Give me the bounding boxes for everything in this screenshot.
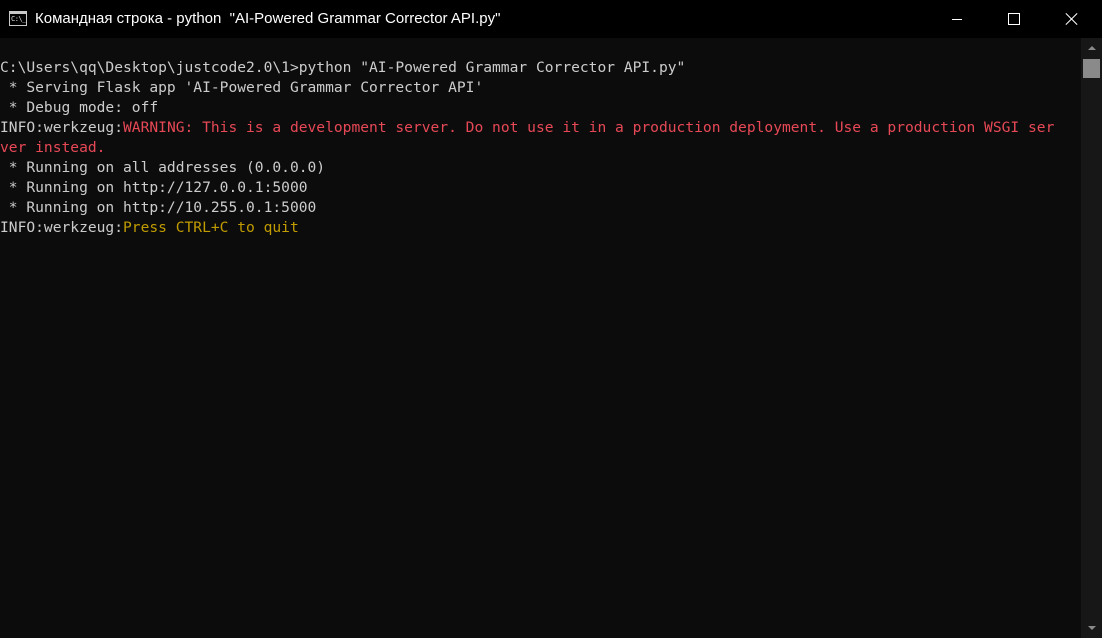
- icon-glyph: C:\_: [11, 15, 26, 23]
- minimize-button[interactable]: [928, 0, 986, 38]
- command-prompt-icon[interactable]: C:\_: [9, 11, 27, 26]
- console-line: * Running on http://10.255.0.1:5000: [0, 198, 1081, 218]
- close-icon: [1066, 13, 1078, 25]
- console-line: INFO:werkzeug:WARNING: This is a develop…: [0, 118, 1081, 138]
- warning-text: WARNING: This is a development server. D…: [123, 119, 1055, 136]
- arrow-down-icon: [1087, 626, 1096, 630]
- line-text: * Running on http://127.0.0.1:5000: [0, 179, 308, 196]
- arrow-up-icon: [1087, 46, 1096, 50]
- console-line: C:\Users\qq\Desktop\justcode2.0\1>python…: [0, 58, 1081, 78]
- maximize-button[interactable]: [985, 0, 1043, 38]
- line-text: * Serving Flask app 'AI-Powered Grammar …: [0, 79, 484, 96]
- title-bar[interactable]: C:\_ Командная строка - python "AI-Power…: [0, 0, 1102, 38]
- window-title: Командная строка - python "AI-Powered Gr…: [35, 10, 501, 27]
- icon-bar: [10, 12, 26, 14]
- console-output[interactable]: C:\Users\qq\Desktop\justcode2.0\1>python…: [0, 38, 1081, 638]
- close-button[interactable]: [1043, 0, 1101, 38]
- line-text: * Running on http://10.255.0.1:5000: [0, 199, 317, 216]
- console-line: * Serving Flask app 'AI-Powered Grammar …: [0, 78, 1081, 98]
- vertical-scrollbar[interactable]: [1081, 38, 1102, 638]
- maximize-icon: [1008, 13, 1020, 25]
- quit-hint-text: Press CTRL+C to quit: [123, 219, 299, 236]
- log-prefix: INFO:werkzeug:: [0, 119, 124, 136]
- scroll-down-button[interactable]: [1081, 618, 1102, 638]
- console-line: * Debug mode: off: [0, 98, 1081, 118]
- line-text: C:\Users\qq\Desktop\justcode2.0\1>python…: [0, 59, 686, 76]
- log-prefix: INFO:werkzeug:: [0, 219, 124, 236]
- line-text: * Debug mode: off: [0, 99, 159, 116]
- console-line: * Running on all addresses (0.0.0.0): [0, 158, 1081, 178]
- console-window: C:\_ Командная строка - python "AI-Power…: [0, 0, 1102, 638]
- warning-text: ver instead.: [0, 139, 106, 156]
- scrollbar-thumb[interactable]: [1083, 59, 1100, 78]
- minimize-icon: [952, 18, 962, 20]
- console-line: * Running on http://127.0.0.1:5000: [0, 178, 1081, 198]
- console-line: ver instead.: [0, 138, 1081, 158]
- line-text: * Running on all addresses (0.0.0.0): [0, 159, 326, 176]
- scroll-up-button[interactable]: [1081, 38, 1102, 58]
- console-line: INFO:werkzeug:Press CTRL+C to quit: [0, 218, 1081, 238]
